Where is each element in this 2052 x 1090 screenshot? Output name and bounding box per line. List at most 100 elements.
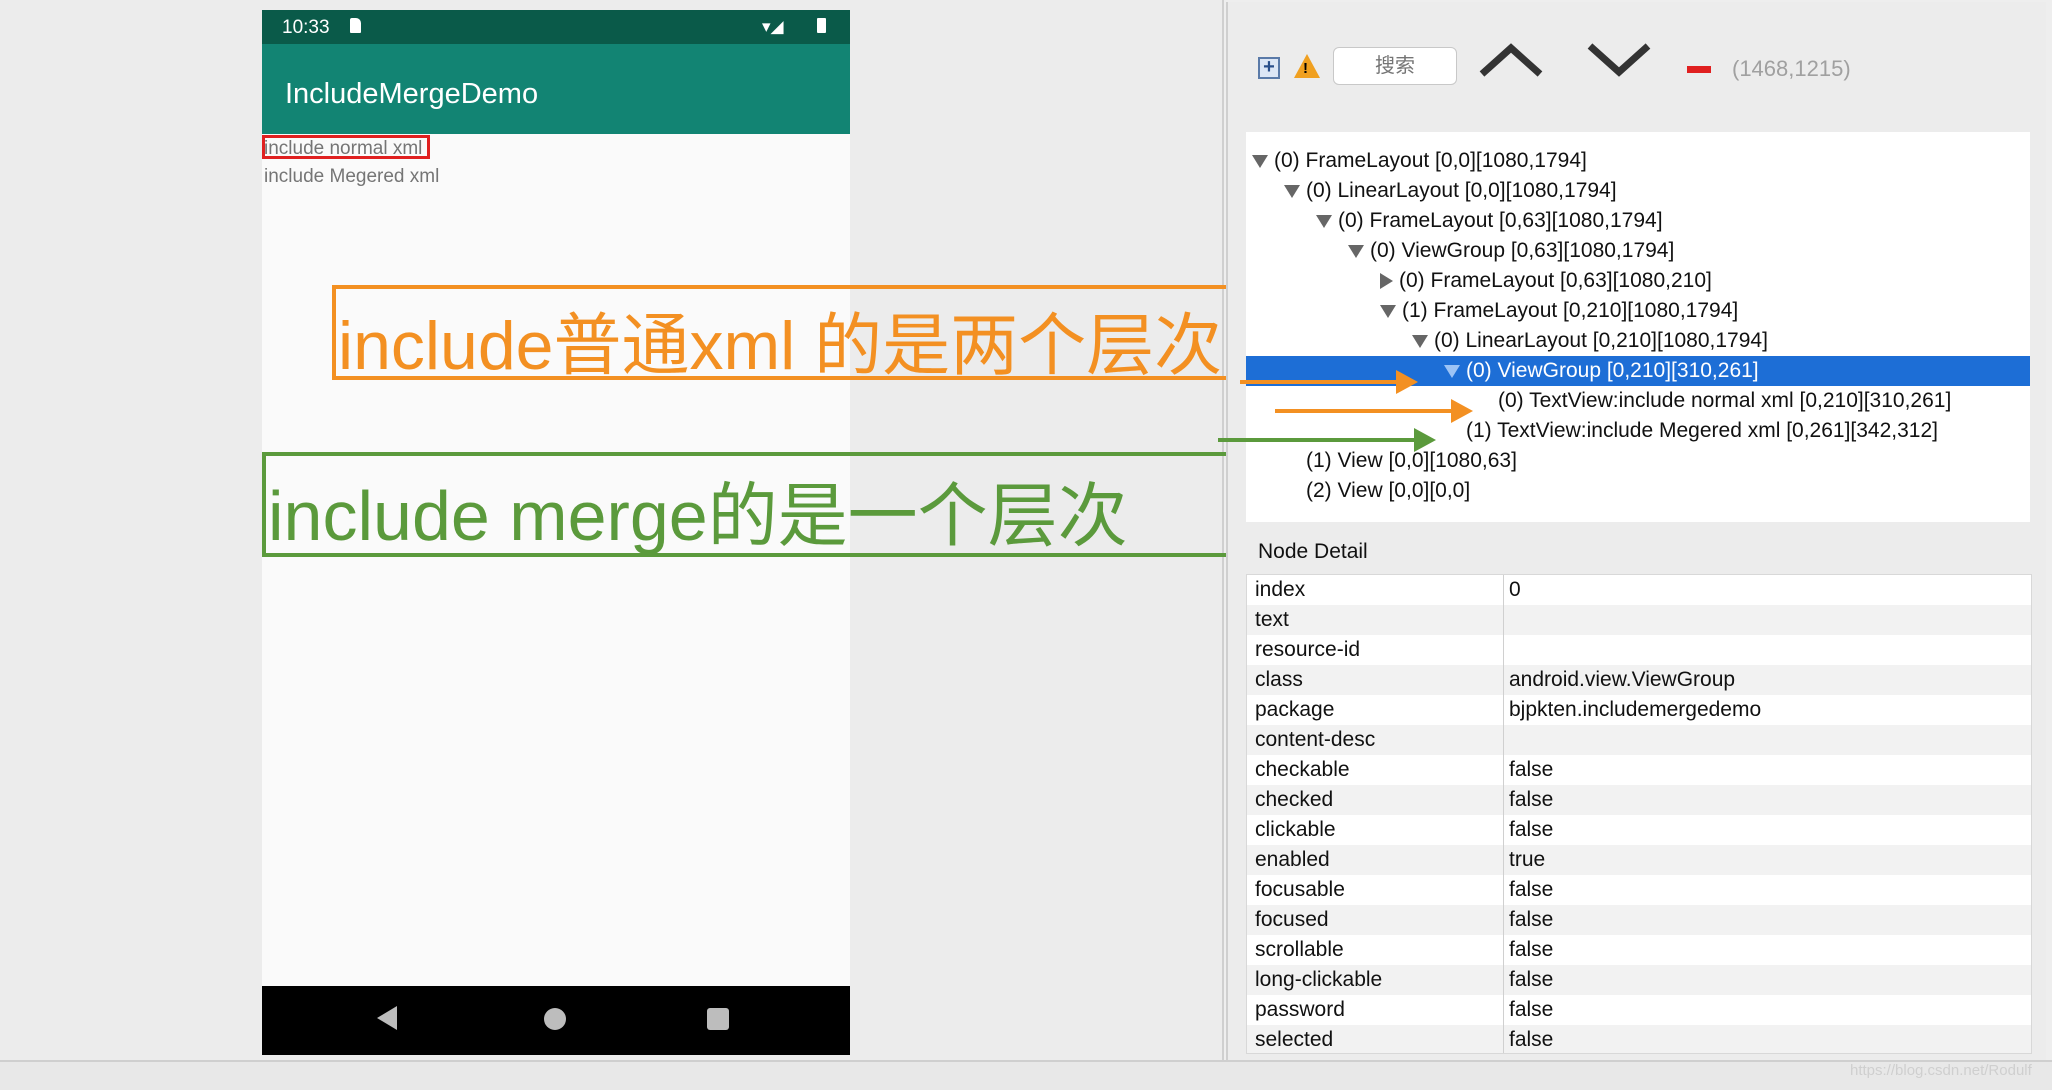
detail-row[interactable]: password false xyxy=(1247,995,2031,1025)
tree-node-label: (0) FrameLayout [0,0][1080,1794] xyxy=(1274,149,1587,172)
detail-key: class xyxy=(1255,668,1303,691)
tree-node-label: (0) FrameLayout [0,63][1080,210] xyxy=(1399,269,1712,292)
node-detail-table: index 0 text resource-id class android.view.V… xyxy=(1246,574,2032,1054)
tree-node-label: (1) TextView:include Megered xml [0,261]… xyxy=(1466,419,1938,442)
detail-key: scrollable xyxy=(1255,938,1344,961)
detail-row[interactable]: long-clickable false xyxy=(1247,965,2031,995)
status-time: 10:33 xyxy=(282,17,330,38)
detail-row[interactable]: content-desc xyxy=(1247,725,2031,755)
detail-key: clickable xyxy=(1255,818,1336,841)
detail-row[interactable]: checked false xyxy=(1247,785,2031,815)
detail-key: resource-id xyxy=(1255,638,1361,661)
tree-node-label: (2) View [0,0][0,0] xyxy=(1306,479,1471,502)
expanded-triangle-icon[interactable] xyxy=(1348,244,1364,258)
annotation-orange-text: include普通xml 的是两个层次 xyxy=(338,308,1223,384)
detail-key: checkable xyxy=(1255,758,1350,781)
toolbar: + ! (1468,1215) xyxy=(1228,2,2046,130)
detail-row[interactable]: index 0 xyxy=(1247,575,2031,605)
chevron-down-icon xyxy=(1587,43,1651,77)
tree-node[interactable]: (1) View [0,0][1080,63] xyxy=(1246,446,2030,476)
app-content: include normal xml include Megered xml xyxy=(262,134,850,996)
tree-node-label: (0) TextView:include normal xml [0,210][… xyxy=(1498,389,1952,412)
sd-card-icon xyxy=(350,18,361,33)
detail-value: false xyxy=(1509,968,1554,991)
expanded-triangle-icon[interactable] xyxy=(1412,334,1428,348)
hierarchy-tree[interactable]: (0) FrameLayout [0,0][1080,1794] (0) Line… xyxy=(1246,132,2030,522)
tree-node[interactable]: (0) LinearLayout [0,0][1080,1794] xyxy=(1246,176,2030,206)
node-detail-title: Node Detail xyxy=(1258,540,1368,563)
detail-value: false xyxy=(1509,938,1554,961)
detail-key: focused xyxy=(1255,908,1329,931)
clear-icon[interactable] xyxy=(1687,66,1711,73)
recents-icon[interactable] xyxy=(707,1008,729,1030)
expanded-triangle-icon[interactable] xyxy=(1316,214,1332,228)
app-bar: IncludeMergeDemo xyxy=(262,44,850,134)
selection-highlight-box xyxy=(262,135,430,159)
textview-include-merged[interactable]: include Megered xml xyxy=(264,166,439,188)
tree-node-label: (0) ViewGroup [0,210][310,261] xyxy=(1466,359,1759,382)
collapsed-triangle-icon[interactable] xyxy=(1380,273,1393,290)
annotation-green-text: include merge的是一个层次 xyxy=(268,477,1128,555)
detail-key: content-desc xyxy=(1255,728,1376,751)
detail-value: false xyxy=(1509,878,1554,901)
next-result-button[interactable] xyxy=(1586,40,1652,85)
expanded-triangle-icon[interactable] xyxy=(1380,304,1396,318)
expanded-triangle-icon[interactable] xyxy=(1284,184,1300,198)
expand-all-icon[interactable]: + xyxy=(1258,57,1280,79)
detail-key: index xyxy=(1255,578,1306,601)
detail-value: android.view.ViewGroup xyxy=(1509,668,1736,691)
warning-mark: ! xyxy=(1303,60,1308,77)
detail-value: 0 xyxy=(1509,578,1521,601)
hierarchy-inspector-pane: + ! (1468,1215) (0) FrameLayout [0,0][10… xyxy=(1226,2,2046,1060)
navigation-bar xyxy=(262,986,850,1055)
detail-value: false xyxy=(1509,908,1554,931)
wifi-signal-icon: ▾◢ xyxy=(762,17,784,36)
detail-row[interactable]: focusable false xyxy=(1247,875,2031,905)
tree-node[interactable]: (0) ViewGroup [0,63][1080,1794] xyxy=(1246,236,2030,266)
detail-row[interactable]: enabled true xyxy=(1247,845,2031,875)
tree-node[interactable]: (1) FrameLayout [0,210][1080,1794] xyxy=(1246,296,2030,326)
tree-node-label: (0) LinearLayout [0,0][1080,1794] xyxy=(1306,179,1617,202)
detail-value: false xyxy=(1509,818,1554,841)
back-icon[interactable] xyxy=(377,1006,397,1030)
tree-node-label: (0) LinearLayout [0,210][1080,1794] xyxy=(1434,329,1768,352)
detail-key: package xyxy=(1255,698,1335,721)
app-title: IncludeMergeDemo xyxy=(285,78,539,110)
detail-value: false xyxy=(1509,788,1554,811)
tree-node[interactable]: (0) FrameLayout [0,63][1080,210] xyxy=(1246,266,2030,296)
previous-result-button[interactable] xyxy=(1478,40,1544,85)
chevron-up-icon xyxy=(1479,43,1543,77)
detail-value: true xyxy=(1509,848,1546,871)
watermark: https://blog.csdn.net/Rodulf xyxy=(1850,1062,2032,1079)
detail-row[interactable]: checkable false xyxy=(1247,755,2031,785)
expanded-triangle-icon[interactable] xyxy=(1444,364,1460,378)
detail-row[interactable]: class android.view.ViewGroup xyxy=(1247,665,2031,695)
battery-icon xyxy=(817,18,826,33)
detail-row[interactable]: package bjpkten.includemergedemo xyxy=(1247,695,2031,725)
tree-node[interactable]: (2) View [0,0][0,0] xyxy=(1246,476,2030,506)
home-icon[interactable] xyxy=(544,1008,566,1030)
detail-value: bjpkten.includemergedemo xyxy=(1509,698,1762,721)
detail-key: text xyxy=(1255,608,1289,631)
tree-node[interactable]: (0) FrameLayout [0,0][1080,1794] xyxy=(1246,146,2030,176)
tree-node-label: (0) FrameLayout [0,63][1080,1794] xyxy=(1338,209,1663,232)
detail-row[interactable]: text xyxy=(1247,605,2031,635)
tree-node-label: (1) View [0,0][1080,63] xyxy=(1306,449,1517,472)
detail-value: false xyxy=(1509,1028,1554,1051)
detail-key: checked xyxy=(1255,788,1334,811)
detail-row[interactable]: resource-id xyxy=(1247,635,2031,665)
detail-row[interactable]: scrollable false xyxy=(1247,935,2031,965)
detail-key: password xyxy=(1255,998,1345,1021)
detail-row[interactable]: focused false xyxy=(1247,905,2031,935)
detail-key: long-clickable xyxy=(1255,968,1383,991)
detail-row[interactable]: clickable false xyxy=(1247,815,2031,845)
detail-key: enabled xyxy=(1255,848,1330,871)
detail-value: false xyxy=(1509,998,1554,1021)
detail-key: selected xyxy=(1255,1028,1334,1051)
search-input[interactable] xyxy=(1333,47,1457,85)
detail-row[interactable]: selected false xyxy=(1247,1025,2031,1053)
expanded-triangle-icon[interactable] xyxy=(1252,154,1268,168)
tree-node-label: (1) FrameLayout [0,210][1080,1794] xyxy=(1402,299,1739,322)
tree-node[interactable]: (0) FrameLayout [0,63][1080,1794] xyxy=(1246,206,2030,236)
tree-node[interactable]: (0) LinearLayout [0,210][1080,1794] xyxy=(1246,326,2030,356)
